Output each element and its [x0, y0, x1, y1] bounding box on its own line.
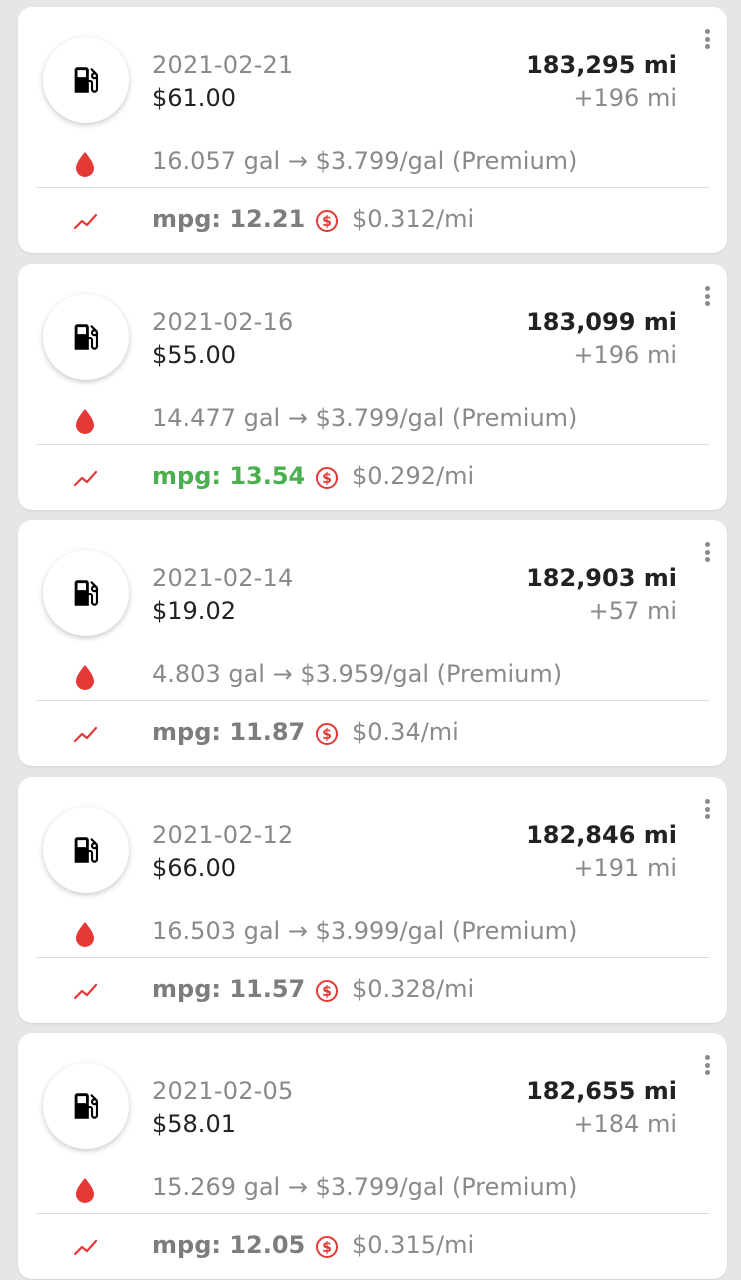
- stats-row: mpg: 11.57 $ $0.328/mi: [18, 975, 727, 1005]
- divider: [36, 700, 709, 701]
- entry-distance: +184 mi: [573, 1110, 677, 1138]
- entry-avatar: [43, 1063, 129, 1149]
- cost-per-mile: $0.292/mi: [352, 462, 475, 490]
- fuel-row: 16.503 gal → $3.999/gal (Premium): [18, 917, 727, 947]
- dollar-circle-icon: $: [316, 210, 338, 232]
- fuel-summary: 15.269 gal → $3.799/gal (Premium): [152, 1173, 578, 1201]
- divider: [36, 444, 709, 445]
- fuel-summary: 16.057 gal → $3.799/gal (Premium): [152, 147, 578, 175]
- mpg-value: mpg: 12.21: [152, 205, 306, 233]
- fuel-pump-icon: [74, 837, 99, 863]
- mpg-value-best: mpg: 13.54: [152, 462, 306, 490]
- entry-distance: +191 mi: [573, 854, 677, 882]
- fuel-pump-icon: [74, 1093, 99, 1119]
- entry-total-cost: $58.01: [152, 1110, 236, 1138]
- fuel-entry-card[interactable]: 2021-02-05 $58.01 182,655 mi +184 mi 15.…: [18, 1033, 727, 1279]
- drop-icon: [76, 665, 94, 690]
- cost-per-mile: $0.328/mi: [352, 975, 475, 1003]
- fuel-summary: 16.503 gal → $3.999/gal (Premium): [152, 917, 578, 945]
- divider: [36, 1213, 709, 1214]
- more-options-icon[interactable]: [695, 27, 719, 51]
- entry-date: 2021-02-21: [152, 51, 294, 79]
- stats-row: mpg: 12.05 $ $0.315/mi: [18, 1231, 727, 1261]
- mpg-value: mpg: 11.57: [152, 975, 306, 1003]
- cost-per-mile: $0.312/mi: [352, 205, 475, 233]
- fuel-row: 4.803 gal → $3.959/gal (Premium): [18, 660, 727, 690]
- stats-row: mpg: 12.21 $ $0.312/mi: [18, 205, 727, 235]
- svg-text:$: $: [322, 214, 332, 230]
- fuel-row: 14.477 gal → $3.799/gal (Premium): [18, 404, 727, 434]
- svg-text:$: $: [322, 471, 332, 487]
- entry-avatar: [43, 550, 129, 636]
- entry-odometer: 182,846 mi: [526, 821, 677, 849]
- drop-icon: [76, 152, 94, 177]
- entry-avatar: [43, 294, 129, 380]
- trending-up-icon: [73, 1239, 98, 1256]
- trending-up-icon: [73, 213, 98, 230]
- drop-icon: [76, 1178, 94, 1203]
- fuel-row: 16.057 gal → $3.799/gal (Premium): [18, 147, 727, 177]
- fuel-summary: 14.477 gal → $3.799/gal (Premium): [152, 404, 578, 432]
- fuel-summary: 4.803 gal → $3.959/gal (Premium): [152, 660, 563, 688]
- more-options-icon[interactable]: [695, 797, 719, 821]
- entry-odometer: 183,099 mi: [526, 308, 677, 336]
- svg-text:$: $: [322, 727, 332, 743]
- mpg-value: mpg: 11.87: [152, 718, 306, 746]
- drop-icon: [76, 922, 94, 947]
- entry-distance: +196 mi: [573, 341, 677, 369]
- more-options-icon[interactable]: [695, 540, 719, 564]
- svg-text:$: $: [322, 984, 332, 1000]
- cost-per-mile: $0.34/mi: [352, 718, 459, 746]
- more-options-icon[interactable]: [695, 284, 719, 308]
- fuel-entry-card[interactable]: 2021-02-16 $55.00 183,099 mi +196 mi 14.…: [18, 264, 727, 510]
- entry-avatar: [43, 37, 129, 123]
- fuel-pump-icon: [74, 67, 99, 93]
- dollar-circle-icon: $: [316, 1236, 338, 1258]
- fuel-pump-icon: [74, 324, 99, 350]
- stats-row: mpg: 13.54 $ $0.292/mi: [18, 462, 727, 492]
- entry-total-cost: $55.00: [152, 341, 236, 369]
- entry-date: 2021-02-16: [152, 308, 294, 336]
- entry-date: 2021-02-14: [152, 564, 294, 592]
- svg-text:$: $: [322, 1240, 332, 1256]
- fuel-row: 15.269 gal → $3.799/gal (Premium): [18, 1173, 727, 1203]
- entry-odometer: 183,295 mi: [526, 51, 677, 79]
- entry-distance: +57 mi: [588, 597, 677, 625]
- entry-avatar: [43, 807, 129, 893]
- entry-date: 2021-02-12: [152, 821, 294, 849]
- fuel-entry-card[interactable]: 2021-02-21 $61.00 183,295 mi +196 mi 16.…: [18, 7, 727, 253]
- cost-per-mile: $0.315/mi: [352, 1231, 475, 1259]
- trending-up-icon: [73, 470, 98, 487]
- entry-total-cost: $66.00: [152, 854, 236, 882]
- mpg-value: mpg: 12.05: [152, 1231, 306, 1259]
- entry-date: 2021-02-05: [152, 1077, 294, 1105]
- dollar-circle-icon: $: [316, 980, 338, 1002]
- entry-total-cost: $61.00: [152, 84, 236, 112]
- trending-up-icon: [73, 726, 98, 743]
- fuel-entry-card[interactable]: 2021-02-14 $19.02 182,903 mi +57 mi 4.80…: [18, 520, 727, 766]
- entry-odometer: 182,903 mi: [526, 564, 677, 592]
- fuel-pump-icon: [74, 580, 99, 606]
- trending-up-icon: [73, 983, 98, 1000]
- entry-total-cost: $19.02: [152, 597, 236, 625]
- drop-icon: [76, 409, 94, 434]
- divider: [36, 957, 709, 958]
- dollar-circle-icon: $: [316, 723, 338, 745]
- stats-row: mpg: 11.87 $ $0.34/mi: [18, 718, 727, 748]
- dollar-circle-icon: $: [316, 467, 338, 489]
- entry-distance: +196 mi: [573, 84, 677, 112]
- divider: [36, 187, 709, 188]
- more-options-icon[interactable]: [695, 1053, 719, 1077]
- entry-odometer: 182,655 mi: [526, 1077, 677, 1105]
- fuel-entry-card[interactable]: 2021-02-12 $66.00 182,846 mi +191 mi 16.…: [18, 777, 727, 1023]
